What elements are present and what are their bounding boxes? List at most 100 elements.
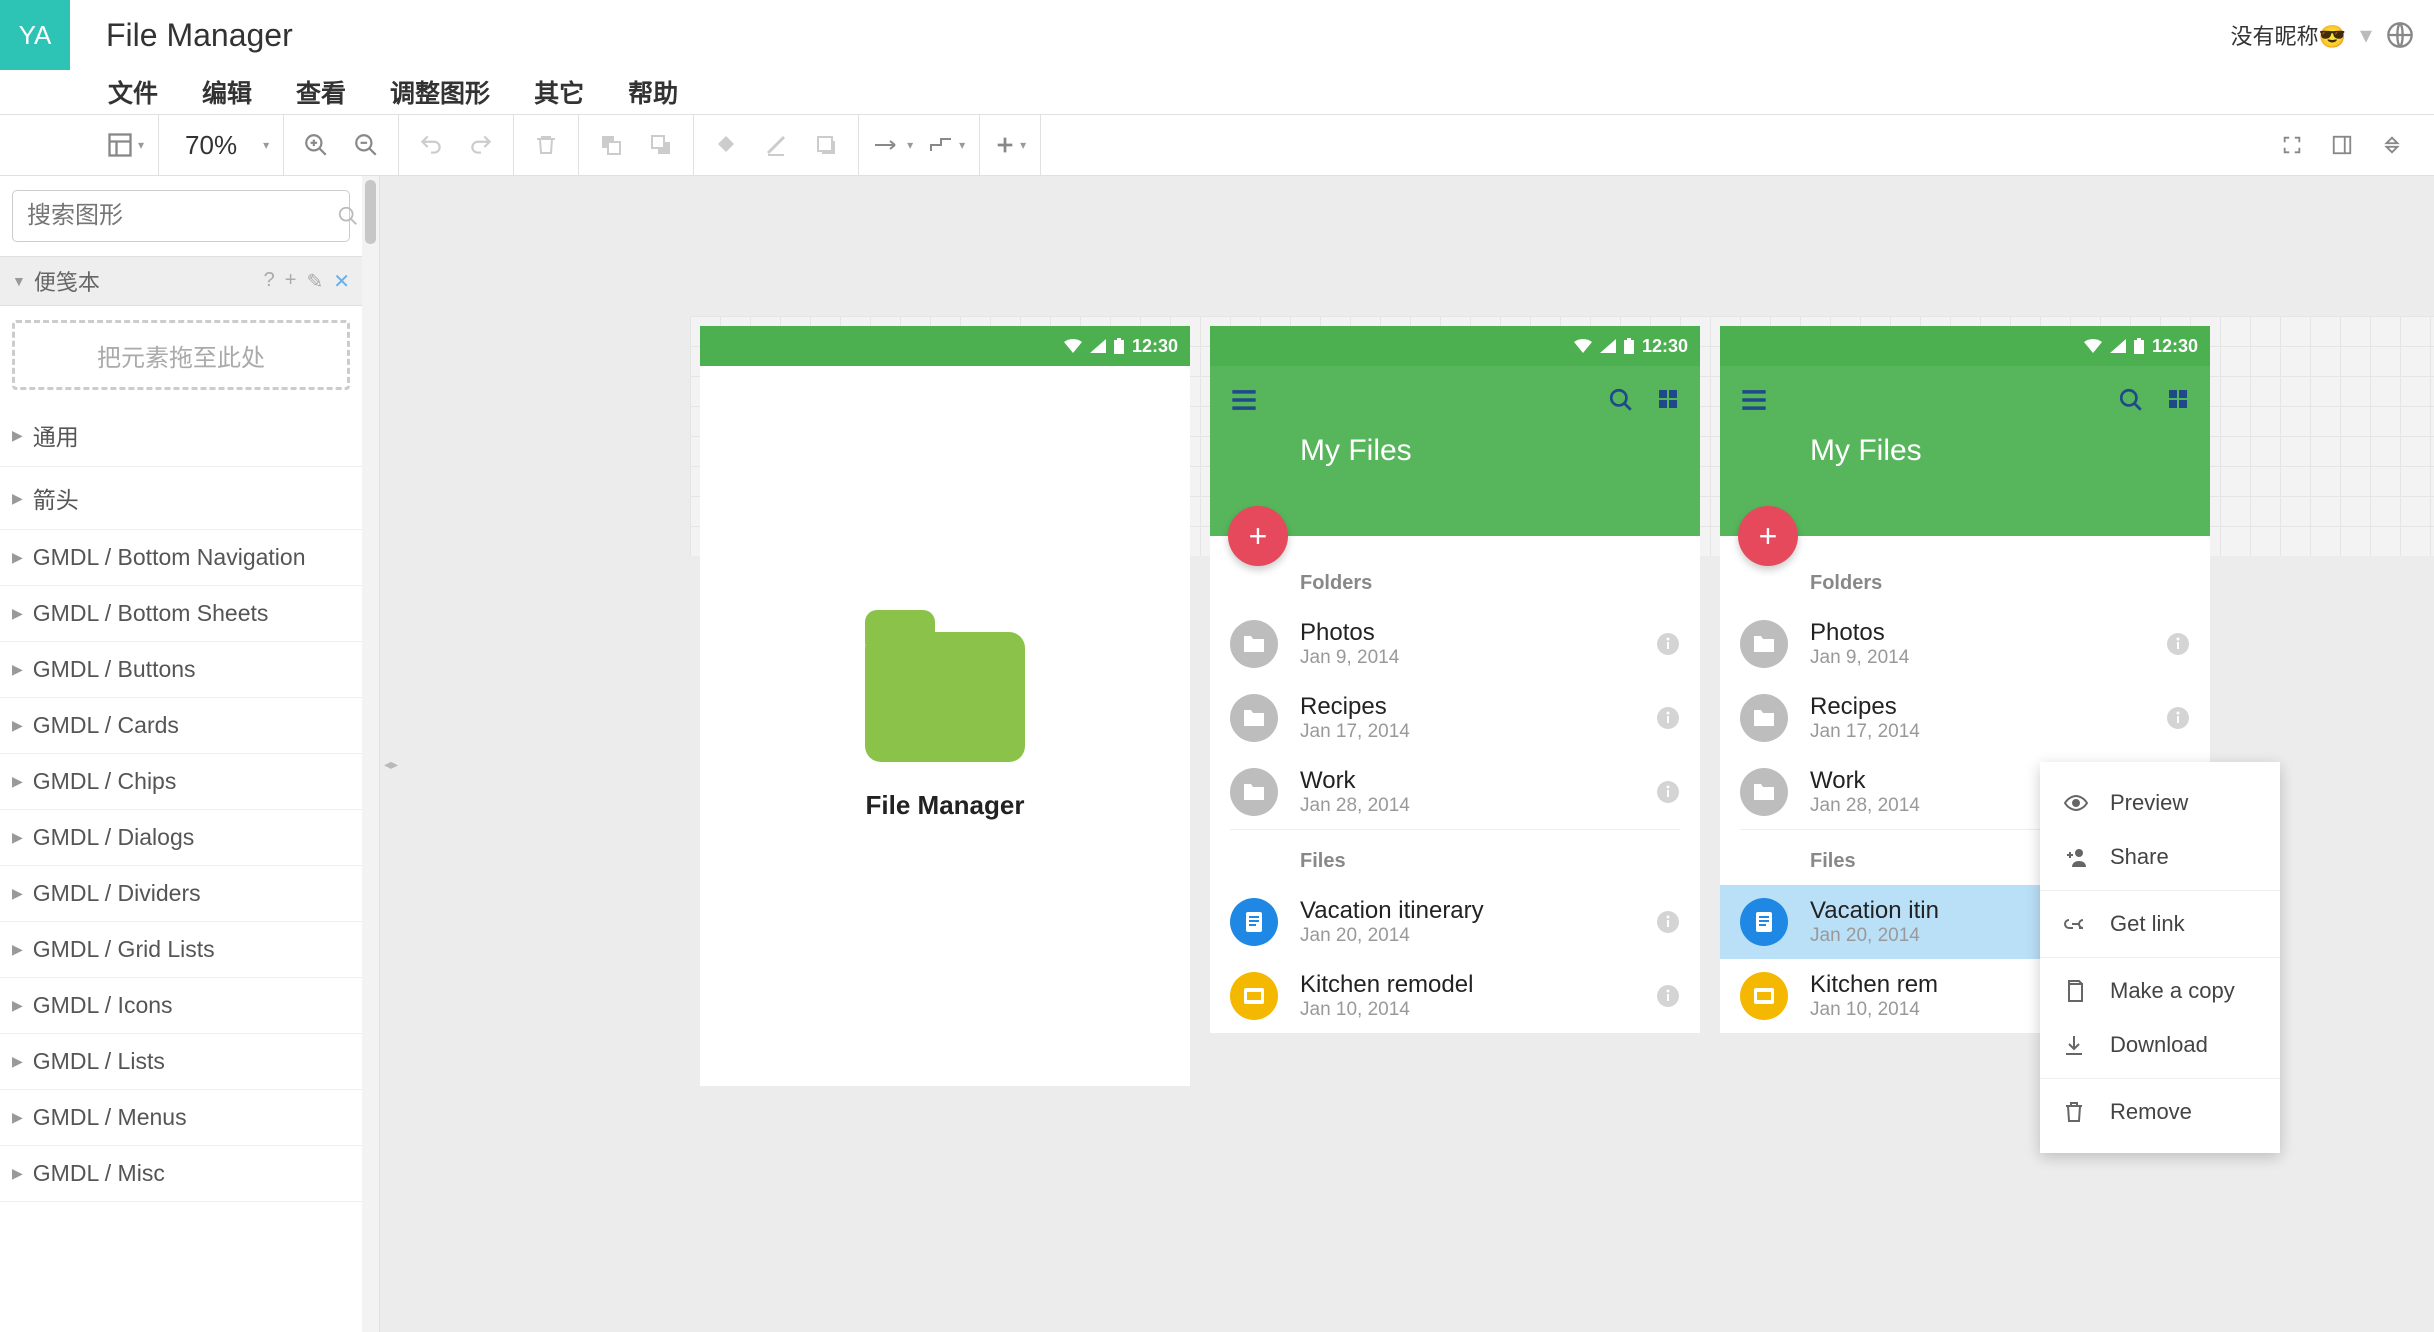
- ctx-make-copy[interactable]: Make a copy: [2040, 964, 2280, 1018]
- line-color-button[interactable]: [758, 127, 794, 163]
- category-item[interactable]: ▶GMDL / Bottom Navigation: [0, 530, 362, 586]
- menu-icon[interactable]: [1230, 389, 1258, 411]
- sidebar-collapse-handle[interactable]: ◂▸: [384, 756, 398, 784]
- wifi-icon: [1574, 339, 1592, 353]
- category-item[interactable]: ▶GMDL / Dialogs: [0, 810, 362, 866]
- menubar: 文件 编辑 查看 调整图形 其它 帮助: [0, 70, 2434, 114]
- folder-item[interactable]: RecipesJan 17, 2014: [1720, 681, 2210, 755]
- item-name: Photos: [1810, 619, 2144, 647]
- menu-other[interactable]: 其它: [534, 74, 584, 110]
- info-icon[interactable]: [1656, 780, 1680, 804]
- nickname-label[interactable]: 没有昵称😎: [2231, 19, 2346, 51]
- search-icon[interactable]: [1608, 387, 1634, 413]
- diagram-canvas[interactable]: ◂▸ 12:30 File Manager 12:30: [380, 176, 2434, 1332]
- menu-view[interactable]: 查看: [296, 74, 346, 110]
- folder-item[interactable]: PhotosJan 9, 2014: [1210, 607, 1700, 681]
- folder-item[interactable]: RecipesJan 17, 2014: [1210, 681, 1700, 755]
- category-item[interactable]: ▶箭头: [0, 467, 362, 530]
- info-icon[interactable]: [1656, 984, 1680, 1008]
- folder-item[interactable]: PhotosJan 9, 2014: [1720, 607, 2210, 681]
- item-date: Jan 17, 2014: [1300, 721, 1634, 743]
- mockup-context-menu[interactable]: 12:30 My Files + Folders PhotosJan 9, 20…: [1720, 326, 2210, 1033]
- zoom-out-button[interactable]: [348, 127, 384, 163]
- mockup-splash[interactable]: 12:30 File Manager: [700, 326, 1190, 1086]
- item-name: Vacation itinerary: [1300, 897, 1634, 925]
- delete-button[interactable]: [528, 127, 564, 163]
- ctx-preview[interactable]: Preview: [2040, 776, 2280, 830]
- collapse-sidebar-button[interactable]: [2374, 127, 2410, 163]
- category-item[interactable]: ▶GMDL / Icons: [0, 978, 362, 1034]
- to-back-button[interactable]: [643, 127, 679, 163]
- shadow-button[interactable]: [808, 127, 844, 163]
- ctx-download[interactable]: Download: [2040, 1018, 2280, 1072]
- ctx-get-link[interactable]: Get link: [2040, 897, 2280, 951]
- category-item[interactable]: ▶GMDL / Dividers: [0, 866, 362, 922]
- shape-category-list: ▶通用 ▶箭头 ▶GMDL / Bottom Navigation ▶GMDL …: [0, 404, 362, 1202]
- category-item[interactable]: ▶GMDL / Misc: [0, 1146, 362, 1202]
- edit-icon[interactable]: ✎: [306, 269, 323, 294]
- category-item[interactable]: ▶GMDL / Buttons: [0, 642, 362, 698]
- shape-search-input[interactable]: [12, 190, 350, 242]
- info-icon[interactable]: [1656, 910, 1680, 934]
- ctx-remove[interactable]: Remove: [2040, 1085, 2280, 1139]
- zoom-level[interactable]: 70%: [173, 130, 249, 161]
- search-icon[interactable]: [2118, 387, 2144, 413]
- scratchpad-dropzone[interactable]: 把元素拖至此处: [12, 320, 350, 390]
- close-icon[interactable]: ✕: [333, 269, 350, 294]
- dropdown-caret-icon[interactable]: ▾: [2360, 21, 2372, 50]
- item-name: Recipes: [1810, 693, 2144, 721]
- category-item[interactable]: ▶GMDL / Chips: [0, 754, 362, 810]
- menu-edit[interactable]: 编辑: [202, 74, 252, 110]
- menu-file[interactable]: 文件: [108, 74, 158, 110]
- category-item[interactable]: ▶GMDL / Menus: [0, 1090, 362, 1146]
- menu-help[interactable]: 帮助: [628, 74, 678, 110]
- mockup-file-list[interactable]: 12:30 My Files + Folders PhotosJan 9, 20…: [1210, 326, 1700, 1033]
- info-icon[interactable]: [1656, 632, 1680, 656]
- add-dropdown[interactable]: ▾: [994, 134, 1026, 156]
- collapse-icon[interactable]: ▼: [12, 273, 26, 289]
- folder-item[interactable]: WorkJan 28, 2014: [1210, 755, 1700, 829]
- sidebar-scrollbar[interactable]: [362, 176, 380, 1332]
- shapes-sidebar: ▼ 便笺本 ? + ✎ ✕ 把元素拖至此处 ▶通用 ▶箭头 ▶GMDL / Bo…: [0, 176, 380, 1332]
- document-title[interactable]: File Manager: [106, 17, 293, 54]
- redo-button[interactable]: [463, 127, 499, 163]
- folder-icon: [1740, 620, 1788, 668]
- fullscreen-button[interactable]: [2274, 127, 2310, 163]
- view-mode-dropdown[interactable]: ▾: [106, 131, 144, 159]
- info-icon[interactable]: [2166, 706, 2190, 730]
- fab-add-button[interactable]: +: [1738, 506, 1798, 566]
- category-item[interactable]: ▶GMDL / Cards: [0, 698, 362, 754]
- fab-add-button[interactable]: +: [1228, 506, 1288, 566]
- info-icon[interactable]: [2166, 632, 2190, 656]
- format-panel-button[interactable]: [2324, 127, 2360, 163]
- menu-adjust[interactable]: 调整图形: [390, 74, 490, 110]
- category-item[interactable]: ▶GMDL / Grid Lists: [0, 922, 362, 978]
- globe-icon[interactable]: [2386, 21, 2414, 49]
- user-avatar[interactable]: YA: [0, 0, 70, 70]
- help-icon[interactable]: ?: [264, 269, 275, 294]
- person-add-icon: [2064, 847, 2090, 867]
- item-name: Kitchen remodel: [1300, 971, 1634, 999]
- to-front-button[interactable]: [593, 127, 629, 163]
- zoom-in-button[interactable]: [298, 127, 334, 163]
- slide-icon: [1230, 972, 1278, 1020]
- connection-dropdown[interactable]: ▾: [873, 137, 913, 153]
- undo-button[interactable]: [413, 127, 449, 163]
- menu-icon[interactable]: [1740, 389, 1768, 411]
- info-icon[interactable]: [1656, 706, 1680, 730]
- add-icon[interactable]: +: [285, 269, 297, 294]
- ctx-share[interactable]: Share: [2040, 830, 2280, 884]
- grid-view-icon[interactable]: [2166, 387, 2190, 413]
- file-item[interactable]: Kitchen remodelJan 10, 2014: [1210, 959, 1700, 1033]
- category-item[interactable]: ▶GMDL / Bottom Sheets: [0, 586, 362, 642]
- shape-search-field[interactable]: [27, 202, 337, 230]
- download-icon: [2064, 1034, 2090, 1056]
- ctx-label: Make a copy: [2110, 978, 2235, 1004]
- file-item[interactable]: Vacation itineraryJan 20, 2014: [1210, 885, 1700, 959]
- category-item[interactable]: ▶GMDL / Lists: [0, 1034, 362, 1090]
- fill-color-button[interactable]: [708, 127, 744, 163]
- grid-view-icon[interactable]: [1656, 387, 1680, 413]
- waypoint-dropdown[interactable]: ▾: [927, 135, 965, 155]
- zoom-caret-icon[interactable]: ▾: [263, 138, 269, 152]
- category-item[interactable]: ▶通用: [0, 404, 362, 467]
